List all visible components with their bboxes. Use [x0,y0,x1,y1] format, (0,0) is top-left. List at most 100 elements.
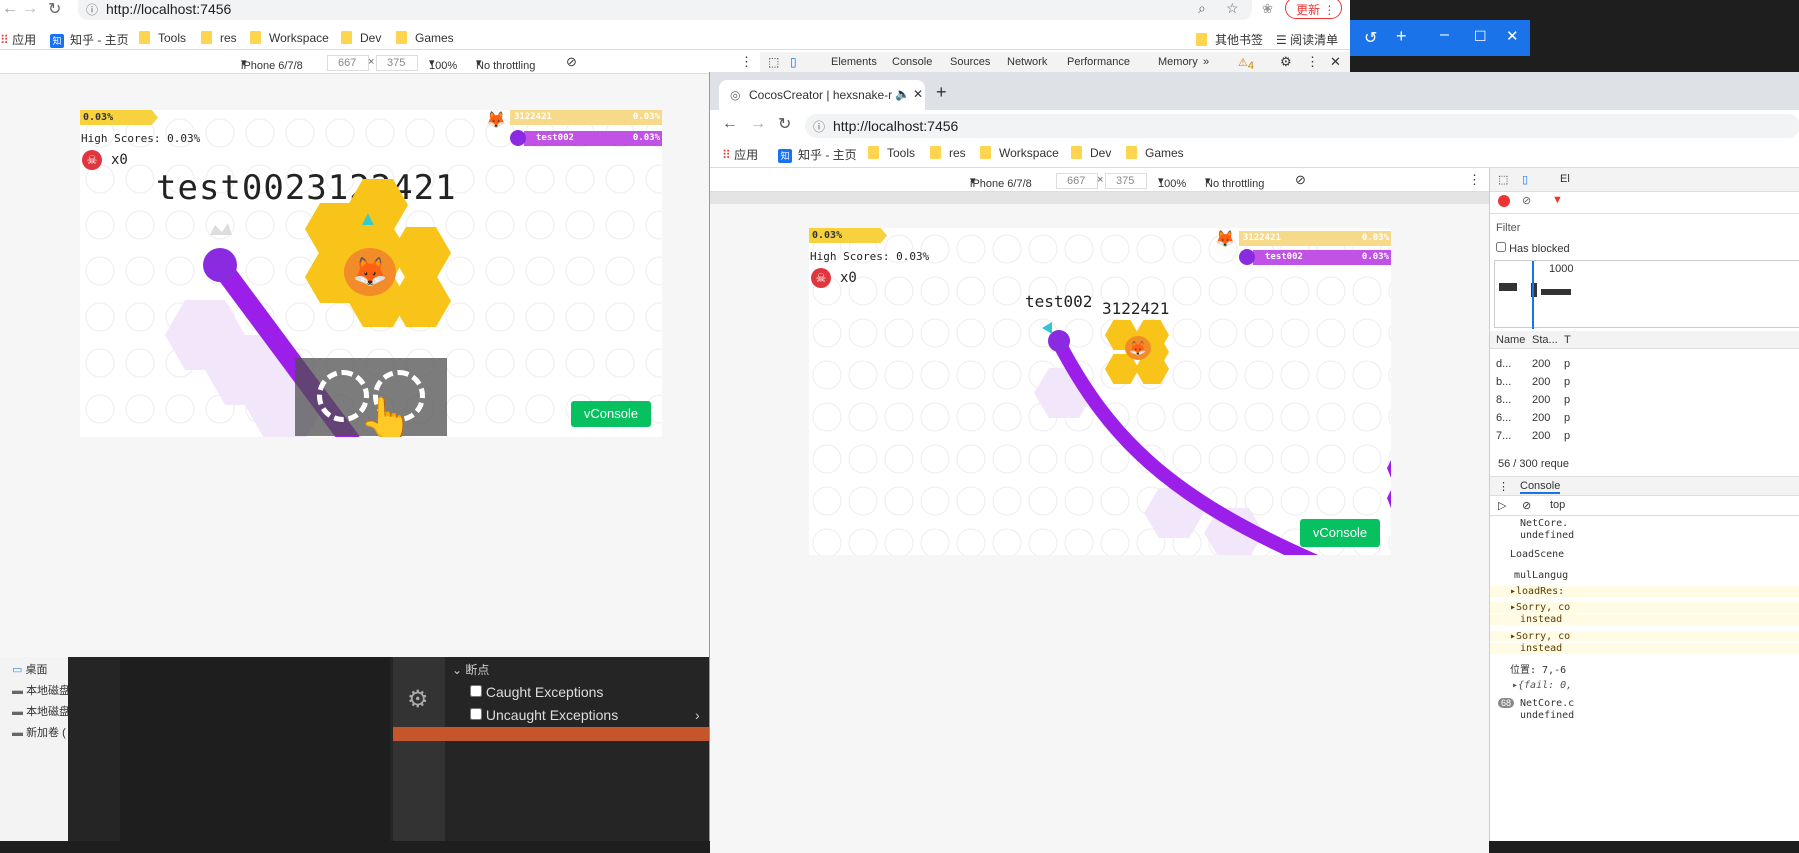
address-bar[interactable]: ⓘ http://localhost:7456 [805,114,1799,138]
uncaught-exceptions[interactable]: Uncaught Exceptions [470,707,618,723]
table-row[interactable]: 8... 200 p [1496,394,1570,406]
tab-performance[interactable]: Performance [1067,56,1130,68]
star-icon[interactable]: ☆ [1226,0,1239,17]
new-tab-icon[interactable]: + [936,82,947,103]
device-select[interactable]: iPhone 6/7/8 ▾ [241,56,303,72]
forward-icon[interactable]: → [22,0,38,18]
caught-exceptions[interactable]: Caught Exceptions [470,684,603,700]
inspect-icon[interactable]: ⬚ [768,55,779,69]
tree-item-desktop[interactable]: ▭ 桌面 [12,661,47,677]
zoom-select[interactable]: 100% ▾ [1158,174,1186,190]
extension-icon[interactable]: ❀ [1262,1,1273,17]
width-input[interactable]: 667 [327,55,369,71]
bookmark-tools[interactable]: Tools [139,31,186,45]
console-warning[interactable]: ▸Sorry, co [1490,631,1799,642]
zoom-select[interactable]: 100% ▾ [429,56,457,72]
game-canvas[interactable]: 0.03% High Scores: 0.03% ☠ x0 test002312… [80,110,662,437]
rotate-icon[interactable]: ⊘ [566,54,577,70]
info-icon[interactable]: ⓘ [86,1,98,18]
plus-icon[interactable]: + [1396,26,1407,47]
bookmark-zhihu[interactable]: 知知乎 - 主页 [778,146,857,163]
height-input[interactable]: 375 [376,55,418,71]
context-select[interactable]: top [1550,499,1565,511]
col-status[interactable]: Sta... [1532,334,1558,346]
bookmark-apps[interactable]: ⠿ 应用 [722,146,758,163]
tree-item-volume[interactable]: ▬ 新加卷 ( [12,724,66,740]
tab-elements[interactable]: El [1560,173,1570,185]
vconsole-button[interactable]: vConsole [1300,519,1380,547]
bookmark-other[interactable]: 其他书签 [1196,31,1263,48]
bookmark-res[interactable]: res [930,146,966,160]
game-canvas[interactable]: 0.03% High Scores: 0.03% ☠ x0 test002 31… [809,228,1391,555]
update-button[interactable]: 更新 ⋮ [1285,0,1342,19]
settings-icon[interactable]: ⚙ [1280,54,1292,70]
device-mode-icon[interactable]: ▯ [790,55,797,69]
bookmark-dev[interactable]: Dev [341,31,381,45]
col-name[interactable]: Name [1496,334,1525,346]
bookmark-games[interactable]: Games [396,31,454,45]
clear-icon[interactable]: ⊘ [1522,194,1531,207]
vconsole-button[interactable]: vConsole [571,401,651,427]
bookmark-res[interactable]: res [201,31,237,45]
breakpoints-header[interactable]: ⌄ 断点 [452,661,489,678]
col-type[interactable]: T [1564,334,1571,346]
bookmark-games[interactable]: Games [1126,146,1184,160]
height-input[interactable]: 375 [1105,173,1147,189]
record-icon[interactable] [1498,195,1510,207]
more-icon[interactable]: ⋮ [740,54,753,70]
history-icon[interactable]: ↺ [1364,28,1377,48]
width-input[interactable]: 667 [1056,173,1098,189]
reading-list[interactable]: ☰ 阅读清单 [1276,31,1338,48]
warning-badge[interactable]: ⚠ 4 [1238,56,1254,72]
filter-input[interactable]: Filter [1496,222,1520,234]
network-timeline[interactable]: 1000 [1494,260,1799,329]
tree-item-disk[interactable]: ▬ 本地磁盘 [12,703,70,719]
tab-console[interactable]: Console [892,56,932,68]
tab-sources[interactable]: Sources [950,56,990,68]
more-tabs[interactable]: » [1203,56,1209,68]
chevron-right-icon[interactable]: › [695,707,700,723]
more-icon[interactable]: ⋮ [1306,54,1319,70]
bookmark-apps[interactable]: ⠿ 应用 [0,31,36,48]
table-row[interactable]: d... 200 p [1496,358,1570,370]
reload-icon[interactable]: ↻ [48,0,61,19]
throttle-select[interactable]: No throttling ▾ [1205,174,1264,190]
close-tab-icon[interactable]: ✕ [913,87,923,101]
forward-icon[interactable]: → [750,115,766,133]
clear-icon[interactable]: ⊘ [1522,499,1531,512]
tree-item-disk[interactable]: ▬ 本地磁盘 [12,682,70,698]
table-row[interactable]: b... 200 p [1496,376,1570,388]
minimize-icon[interactable]: – [1440,26,1449,44]
gear-icon[interactable]: ⚙ [407,685,429,714]
back-icon[interactable]: ← [2,0,18,18]
back-icon[interactable]: ← [722,115,738,133]
reload-icon[interactable]: ↻ [778,114,791,134]
throttle-select[interactable]: No throttling ▾ [476,56,535,72]
inspect-icon[interactable]: ⬚ [1498,173,1508,186]
bookmark-workspace[interactable]: Workspace [250,31,329,45]
device-mode-icon[interactable]: ▯ [1522,173,1528,186]
console-line[interactable]: ▸{fail: 0, [1512,680,1799,691]
sidebar-icon[interactable]: ▷ [1498,499,1506,512]
tab-memory[interactable]: Memory [1158,56,1198,68]
address-bar[interactable]: ⓘ http://localhost:7456 ⌕ ☆ [78,0,1252,20]
tab-console[interactable]: Console [1520,480,1561,494]
maximize-icon[interactable]: ☐ [1474,28,1487,45]
bookmark-workspace[interactable]: Workspace [980,146,1059,160]
console-warning[interactable]: ▸loadRes: [1490,586,1799,597]
close-icon[interactable]: ✕ [1330,54,1341,70]
bookmark-zhihu[interactable]: 知知乎 - 主页 [50,31,129,48]
zoom-icon[interactable]: ⌕ [1198,0,1206,17]
tab-network[interactable]: Network [1007,56,1047,68]
more-icon[interactable]: ⋮ [1468,172,1481,188]
bookmark-tools[interactable]: Tools [868,146,915,160]
console-warning[interactable]: ▸Sorry, co [1490,602,1799,613]
browser-tab[interactable]: ◎ CocosCreator | hexsnake-r 🔈 ✕ [719,80,925,110]
audio-icon[interactable]: 🔈 [895,87,910,101]
rotate-icon[interactable]: ⊘ [1295,172,1306,188]
device-select[interactable]: iPhone 6/7/8 ▾ [970,174,1032,190]
table-row[interactable]: 6... 200 p [1496,412,1570,424]
info-icon[interactable]: ⓘ [813,118,825,135]
more-icon[interactable]: ⋮ [1498,480,1509,493]
filter-icon[interactable]: ▼ [1552,194,1563,206]
